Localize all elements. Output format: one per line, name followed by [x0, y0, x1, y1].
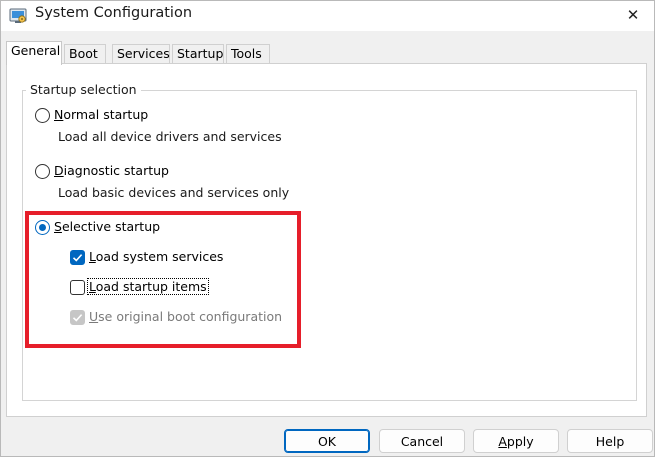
diagnostic-startup-label[interactable]: Diagnostic startup: [54, 163, 169, 178]
use-original-boot-config-label[interactable]: Use original boot configuration: [89, 309, 282, 324]
close-icon: ✕: [626, 6, 640, 24]
checkmark-icon: [72, 314, 83, 322]
tab-tools[interactable]: Tools: [226, 44, 270, 64]
use-original-boot-config-checkbox[interactable]: [70, 310, 85, 325]
load-startup-items-checkbox[interactable]: [70, 280, 85, 295]
normal-startup-description: Load all device drivers and services: [58, 129, 282, 144]
title-bar: System Configuration ✕: [1, 1, 654, 31]
load-system-services-label[interactable]: Load system services: [89, 249, 223, 264]
tab-startup[interactable]: Startup: [172, 44, 224, 64]
diagnostic-startup-description: Load basic devices and services only: [58, 185, 290, 200]
startup-selection-label: Startup selection: [26, 82, 141, 97]
tab-general[interactable]: General: [6, 41, 62, 65]
tab-tools-label: Tools: [231, 46, 262, 61]
diagnostic-startup-radio[interactable]: [35, 164, 50, 179]
tab-boot-label: Boot: [69, 46, 98, 61]
selective-startup-radio[interactable]: [35, 220, 50, 235]
tab-boot[interactable]: Boot: [64, 44, 106, 64]
checkmark-icon: [72, 254, 83, 262]
tab-general-label: General: [11, 43, 61, 58]
load-startup-items-label[interactable]: Load startup items: [87, 278, 209, 295]
normal-startup-radio[interactable]: [35, 108, 50, 123]
close-button[interactable]: ✕: [620, 3, 646, 27]
help-button[interactable]: Help: [567, 429, 653, 453]
normal-startup-label[interactable]: Normal startup: [54, 107, 148, 122]
tab-services-label: Services: [117, 46, 170, 61]
system-configuration-window: System Configuration ✕ General Boot Serv…: [0, 0, 655, 457]
load-system-services-checkbox[interactable]: [70, 250, 85, 265]
msconfig-icon: [9, 7, 27, 25]
window-title: System Configuration: [35, 5, 193, 21]
apply-button[interactable]: Apply: [473, 429, 559, 453]
selective-startup-label[interactable]: Selective startup: [54, 219, 160, 234]
cancel-button[interactable]: Cancel: [379, 429, 465, 453]
tab-startup-label: Startup: [177, 46, 224, 61]
ok-button[interactable]: OK: [284, 429, 370, 453]
tab-services[interactable]: Services: [112, 44, 170, 64]
